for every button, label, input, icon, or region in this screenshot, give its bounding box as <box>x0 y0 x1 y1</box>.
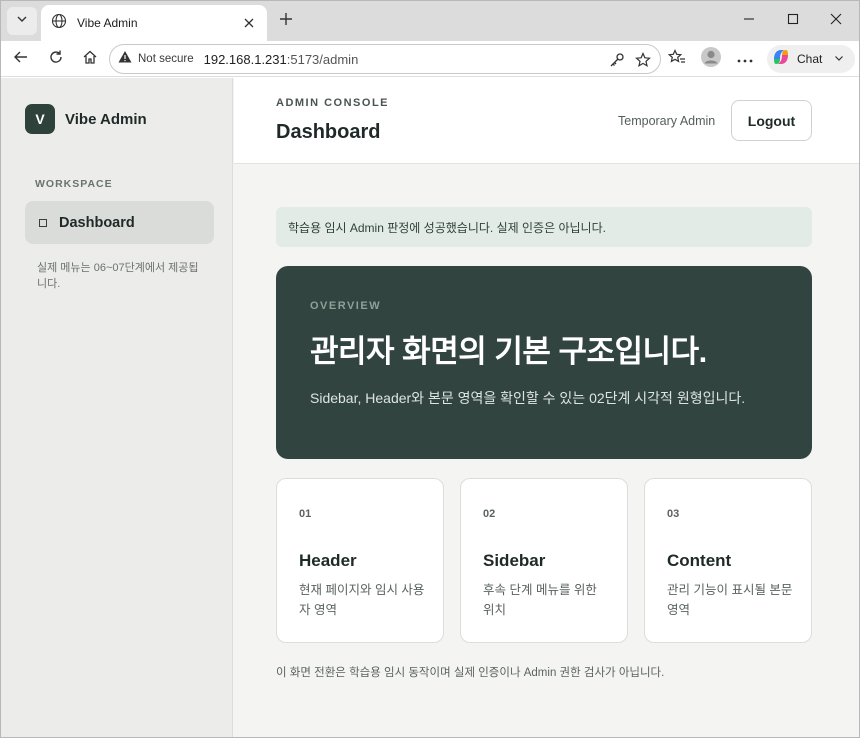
hero-title: 관리자 화면의 기본 구조입니다. <box>310 334 707 369</box>
browser-toolbar: Not secure 192.168.1.231:5173/admin Chat <box>1 41 859 77</box>
plus-icon <box>279 12 293 31</box>
card-number: 02 <box>483 508 496 520</box>
brand[interactable]: V Vibe Admin <box>25 104 147 134</box>
footer-note: 이 화면 전환은 학습용 임시 동작이며 실제 인증이나 Admin 권한 검사… <box>276 667 665 679</box>
home-icon <box>82 49 98 70</box>
hero-eyebrow: OVERVIEW <box>310 300 382 312</box>
card-title: Content <box>667 551 732 570</box>
sidebar-item-dashboard[interactable]: Dashboard <box>25 201 214 244</box>
profile-icon <box>700 46 722 73</box>
reload-icon <box>48 49 64 70</box>
card-number: 03 <box>667 508 680 520</box>
sidebar-item-label: Dashboard <box>59 214 135 231</box>
maximize-icon <box>787 12 799 30</box>
square-icon <box>39 218 47 227</box>
browser-window: Vibe Admin Not secure 192.168.1.231:5173… <box>0 0 860 738</box>
header-eyebrow: ADMIN CONSOLE <box>276 97 389 109</box>
logout-button[interactable]: Logout <box>731 100 812 141</box>
tab-strip: Vibe Admin <box>1 1 859 41</box>
chevron-down-icon <box>16 12 28 30</box>
page-title: Dashboard <box>276 121 381 143</box>
key-icon[interactable] <box>606 49 628 71</box>
back-arrow-icon <box>13 49 29 70</box>
minimize-icon <box>743 12 755 30</box>
user-name: Temporary Admin <box>618 114 716 128</box>
home-button[interactable] <box>78 47 102 71</box>
tab-title: Vibe Admin <box>77 16 138 30</box>
card-content: 03 Content 관리 기능이 표시될 본문 영역 <box>644 478 812 643</box>
chat-label: Chat <box>797 52 823 66</box>
profile-button[interactable] <box>699 46 723 73</box>
card-sidebar: 02 Sidebar 후속 단계 메뉴를 위한 위치 <box>460 478 628 643</box>
card-description: 관리 기능이 표시될 본문 영역 <box>667 583 793 617</box>
brand-name: Vibe Admin <box>65 110 147 128</box>
card-title: Header <box>299 551 357 570</box>
sidebar-section-label: WORKSPACE <box>35 178 113 190</box>
favorites-button[interactable] <box>665 47 689 71</box>
not-secure-label: Not secure <box>138 53 194 65</box>
card-header: 01 Header 현재 페이지와 임시 사용자 영역 <box>276 478 444 643</box>
back-button[interactable] <box>9 47 33 71</box>
url-host: 192.168.1.231 <box>203 51 287 67</box>
new-tab-button[interactable] <box>275 10 297 32</box>
url-text: 192.168.1.231:5173/admin <box>204 52 359 67</box>
tab-actions-button[interactable] <box>7 7 37 35</box>
reload-button[interactable] <box>44 47 68 71</box>
header: ADMIN CONSOLE Dashboard Temporary Admin … <box>234 78 859 164</box>
chat-button[interactable]: Chat <box>767 45 855 73</box>
sidebar: V Vibe Admin WORKSPACE Dashboard 실제 메뉴는 … <box>1 78 233 737</box>
hero-description: Sidebar, Header와 본문 영역을 확인할 수 있는 02단계 시각… <box>310 390 746 406</box>
warning-icon <box>118 50 132 69</box>
more-button[interactable] <box>733 47 757 71</box>
card-number: 01 <box>299 508 312 520</box>
close-icon <box>830 12 842 30</box>
more-icon <box>737 50 753 68</box>
card-description: 현재 페이지와 임시 사용자 영역 <box>299 583 425 617</box>
window-close-button[interactable] <box>824 9 848 33</box>
copilot-icon <box>771 47 791 72</box>
card-title: Sidebar <box>483 551 546 570</box>
address-bar[interactable]: Not secure 192.168.1.231:5173/admin <box>109 44 661 74</box>
sidebar-note: 실제 메뉴는 06~07단계에서 제공됩니다. <box>37 262 199 290</box>
brand-logo: V <box>25 104 55 134</box>
star-icon[interactable] <box>632 49 654 71</box>
browser-tab[interactable]: Vibe Admin <box>41 5 267 41</box>
close-icon[interactable] <box>241 15 257 31</box>
globe-icon <box>51 13 67 34</box>
overview-hero: OVERVIEW 관리자 화면의 기본 구조입니다. Sidebar, Head… <box>276 266 812 459</box>
favorites-icon <box>667 48 686 70</box>
url-path: :5173/admin <box>286 51 359 67</box>
chevron-down-icon <box>834 50 844 68</box>
success-alert: 학습용 임시 Admin 판정에 성공했습니다. 실제 인증은 아닙니다. <box>276 207 812 247</box>
maximize-button[interactable] <box>781 9 805 33</box>
minimize-button[interactable] <box>737 9 761 33</box>
card-description: 후속 단계 메뉴를 위한 위치 <box>483 583 597 617</box>
